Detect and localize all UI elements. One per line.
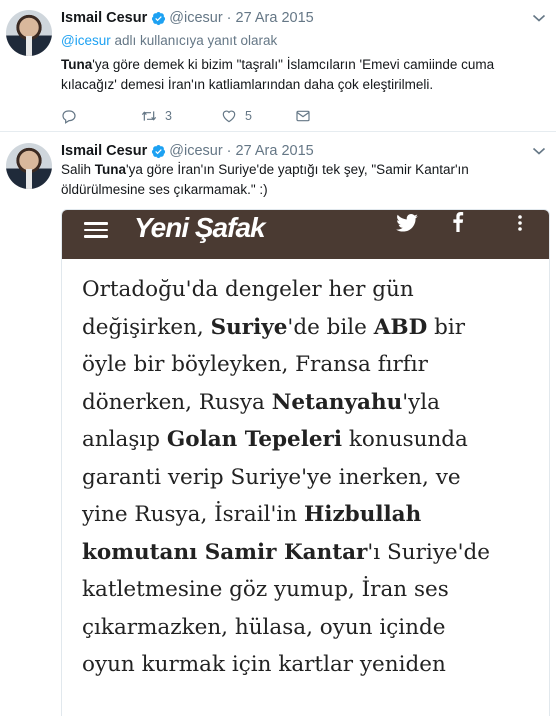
tweet-timestamp[interactable]: 27 Ara 2015 [236, 143, 314, 159]
site-header-bar: Yeni Şafak [62, 210, 549, 259]
hamburger-menu-icon [84, 222, 108, 238]
retweet-icon [141, 111, 157, 121]
retweet-count: 3 [165, 109, 172, 123]
site-logo: Yeni Şafak [134, 212, 266, 243]
article-body: Ortadoğu'da dengeler her gün değişirken, … [62, 259, 549, 716]
reply-context-label: adlı kullanıcıya yanıt olarak [110, 33, 278, 48]
article-text-segment: oyun kurmak için kartlar yeniden [82, 652, 446, 677]
article-bold-text: ABD [373, 314, 428, 340]
article-text-segment: 'de bile [287, 314, 374, 340]
direct-message-button[interactable] [295, 108, 311, 124]
tweet-text-body: 'ya göre demek ki bizim "taşralı" İslamc… [61, 57, 495, 92]
tweet-timestamp[interactable]: 27 Ara 2015 [236, 10, 314, 26]
article-text-segment: Ortadoğu'da dengeler her gün [82, 277, 414, 302]
article-text-segment: öyle bir böyleyken, Fransa fırfır [82, 352, 428, 377]
article-text-segment: bir [427, 314, 465, 340]
tweet-media-image[interactable]: Yeni Şafak Ortadoğu'da dengeler her gün d… [61, 209, 550, 716]
article-text-segment: 'yla [402, 389, 440, 415]
separator: · [226, 10, 232, 26]
article-text-segment: garanti verip Suriye'ye inerken, ve [82, 464, 461, 490]
article-line: değişirken, Suriye'de bile ABD bir [82, 309, 542, 347]
chevron-down-icon[interactable] [532, 146, 546, 156]
verified-badge-icon [152, 144, 166, 158]
verified-badge-icon [152, 11, 166, 25]
twitter-bird-icon [396, 214, 418, 232]
article-text-segment: konusunda [342, 427, 468, 452]
article-bold-text: Golan Tepeleri [166, 427, 343, 452]
article-bold-text: komutanı Samir Kantar [82, 539, 368, 565]
article-text-segment: katletmesine göz yumup, İran ses [82, 577, 449, 602]
article-text: Ortadoğu'da dengeler her gün değişirken, … [82, 271, 542, 684]
more-vertical-icon [518, 215, 522, 231]
like-button[interactable]: 5 [221, 108, 295, 124]
article-line: garanti verip Suriye'ye inerken, ve [82, 459, 542, 497]
mention-bold: Tuna [94, 162, 127, 177]
tweet-text-part: Salih [61, 162, 95, 177]
tweet-header: Ismail Cesur @icesur · 27 Ara 2015 [61, 8, 526, 28]
article-bold-text: Hizbullah [303, 502, 422, 527]
article-line: yine Rusya, İsrail'in Hizbullah [82, 496, 542, 534]
article-line: anlaşıp Golan Tepeleri konusunda [82, 421, 542, 459]
article-text-segment: yine Rusya, İsrail'in [82, 502, 304, 527]
author-handle[interactable]: @icesur [169, 143, 222, 159]
article-text-segment: dönerken, Rusya [82, 389, 272, 415]
author-handle[interactable]: @icesur [169, 10, 222, 26]
avatar[interactable] [6, 143, 52, 189]
article-text-segment: değişirken, [82, 314, 211, 340]
separator: · [226, 143, 232, 159]
article-line: çıkarmazken, hülasa, oyun içinde [82, 609, 542, 647]
article-line: komutanı Samir Kantar'ı Suriye'de [82, 534, 542, 572]
article-line: dönerken, Rusya Netanyahu'yla [82, 384, 542, 422]
tweet[interactable]: Ismail Cesur @icesur · 27 Ara 2015 @ices… [0, 0, 556, 132]
mention-bold: Tuna [61, 57, 93, 72]
reply-context: @icesur adlı kullanıcıya yanıt olarak [61, 33, 277, 48]
article-text-segment: çıkarmazken, hülasa, oyun içinde [82, 614, 446, 640]
article-bold-text: Suriye [210, 314, 288, 340]
article-line: öyle bir böyleyken, Fransa fırfır [82, 346, 542, 384]
facebook-icon [453, 212, 464, 232]
author-name[interactable]: Ismail Cesur [61, 143, 147, 159]
tweet-actions: 3 5 [61, 106, 311, 126]
like-count: 5 [245, 109, 252, 123]
avatar[interactable] [6, 10, 52, 56]
article-line: katletmesine göz yumup, İran ses [82, 571, 542, 609]
mention-link[interactable]: @icesur [61, 33, 111, 48]
tweet-text: Salih Tuna'ya göre İran'ın Suriye'de yap… [61, 160, 536, 200]
heart-icon [222, 110, 236, 123]
article-text-segment: 'ı Suriye'de [367, 539, 491, 565]
reply-button[interactable] [61, 108, 141, 124]
article-line: Ortadoğu'da dengeler her gün [82, 271, 542, 309]
tweet[interactable]: Ismail Cesur @icesur · 27 Ara 2015 Salih… [0, 133, 556, 716]
retweet-button[interactable]: 3 [141, 108, 221, 124]
tweet-text: Tuna'ya göre demek ki bizim "taşralı" İs… [61, 55, 536, 95]
tweet-header: Ismail Cesur @icesur · 27 Ara 2015 [61, 141, 526, 161]
reply-icon [62, 110, 76, 124]
article-bold-text: Netanyahu [271, 389, 403, 415]
author-name[interactable]: Ismail Cesur [61, 10, 147, 26]
article-text-segment: anlaşıp [82, 427, 167, 452]
article-line: oyun kurmak için kartlar yeniden [82, 646, 542, 684]
envelope-icon [296, 110, 310, 122]
chevron-down-icon[interactable] [532, 13, 546, 23]
